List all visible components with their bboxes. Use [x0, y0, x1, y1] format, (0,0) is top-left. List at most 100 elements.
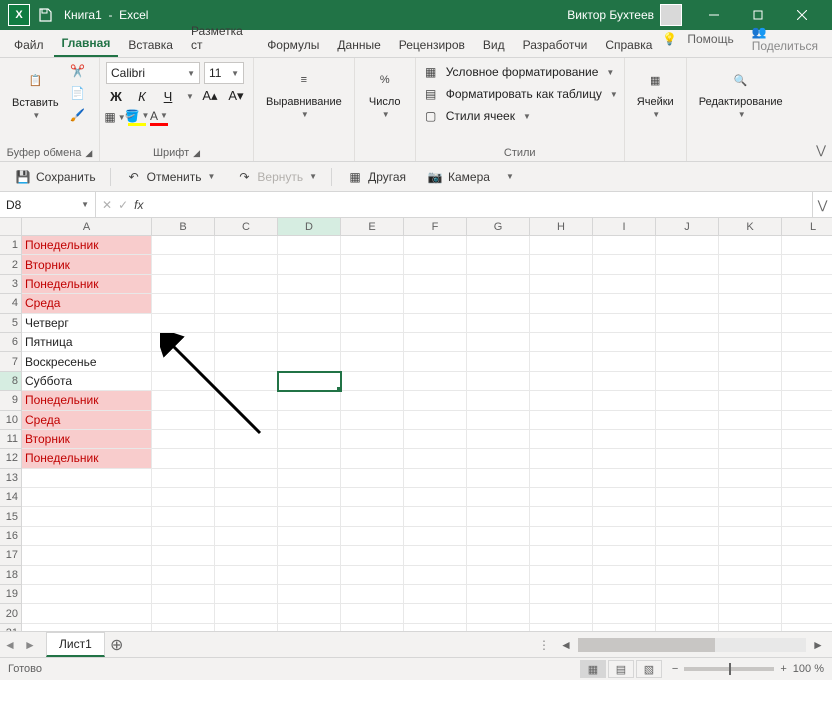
cell[interactable]: [22, 585, 152, 604]
cell[interactable]: [782, 624, 832, 632]
number-button[interactable]: % Число ▼: [361, 62, 409, 123]
row-header[interactable]: 14: [0, 488, 22, 507]
cell[interactable]: [467, 624, 530, 632]
cell[interactable]: [278, 488, 341, 507]
cell[interactable]: [22, 566, 152, 585]
share-button[interactable]: 👥 Поделиться: [744, 21, 826, 57]
cell[interactable]: [782, 488, 832, 507]
cell[interactable]: [341, 488, 404, 507]
cell[interactable]: [404, 449, 467, 468]
cell[interactable]: [215, 585, 278, 604]
cell[interactable]: [593, 333, 656, 352]
cell[interactable]: [341, 372, 404, 391]
cell[interactable]: [782, 294, 832, 313]
cell[interactable]: [152, 333, 215, 352]
cell[interactable]: [215, 507, 278, 526]
cell[interactable]: [467, 430, 530, 449]
cell[interactable]: [719, 255, 782, 274]
row-header[interactable]: 18: [0, 566, 22, 585]
scrollbar-thumb[interactable]: [578, 638, 715, 652]
cell[interactable]: [152, 275, 215, 294]
cell[interactable]: [593, 411, 656, 430]
cell[interactable]: [404, 566, 467, 585]
cell[interactable]: [719, 391, 782, 410]
cell[interactable]: [152, 527, 215, 546]
cell[interactable]: [593, 469, 656, 488]
tab-review[interactable]: Рецензиров: [391, 33, 473, 57]
sheet-nav-prev[interactable]: ◄: [0, 638, 20, 652]
cell[interactable]: [530, 352, 593, 371]
copy-icon[interactable]: 📄: [69, 84, 87, 102]
cell[interactable]: [215, 604, 278, 623]
cell[interactable]: [530, 411, 593, 430]
cell[interactable]: [719, 275, 782, 294]
font-color-icon[interactable]: A▼: [150, 108, 168, 126]
row-header[interactable]: 10: [0, 411, 22, 430]
collapse-ribbon-icon[interactable]: ⋁: [816, 143, 826, 157]
cell[interactable]: [782, 566, 832, 585]
bold-button[interactable]: Ж: [106, 89, 126, 104]
cell[interactable]: [278, 430, 341, 449]
cell[interactable]: [530, 507, 593, 526]
cut-icon[interactable]: ✂️: [69, 62, 87, 80]
cell[interactable]: [593, 294, 656, 313]
chevron-down-icon[interactable]: ▼: [186, 92, 194, 101]
cell[interactable]: [467, 333, 530, 352]
cell[interactable]: [656, 411, 719, 430]
other-button[interactable]: ▦Другая: [340, 165, 412, 189]
cell[interactable]: [22, 604, 152, 623]
cell[interactable]: [152, 604, 215, 623]
tab-file[interactable]: Файл: [6, 33, 52, 57]
normal-view-icon[interactable]: ▦: [580, 660, 606, 678]
cell[interactable]: [404, 372, 467, 391]
cell[interactable]: [530, 372, 593, 391]
cell[interactable]: [278, 566, 341, 585]
cell[interactable]: [278, 333, 341, 352]
cell[interactable]: [22, 469, 152, 488]
cell[interactable]: [719, 488, 782, 507]
cell[interactable]: [404, 294, 467, 313]
cell[interactable]: [656, 372, 719, 391]
cell[interactable]: [782, 352, 832, 371]
cell[interactable]: [782, 604, 832, 623]
cell[interactable]: [278, 546, 341, 565]
cell[interactable]: [782, 527, 832, 546]
cell[interactable]: [152, 624, 215, 632]
cell[interactable]: [341, 275, 404, 294]
cell[interactable]: [404, 488, 467, 507]
tab-split-handle[interactable]: ⋮: [538, 638, 552, 652]
cell[interactable]: [404, 391, 467, 410]
cell[interactable]: [215, 624, 278, 632]
cell[interactable]: [656, 469, 719, 488]
add-sheet-button[interactable]: ⊕: [105, 635, 129, 655]
cell[interactable]: [152, 488, 215, 507]
cell[interactable]: [782, 469, 832, 488]
cell[interactable]: [341, 585, 404, 604]
cell[interactable]: [467, 604, 530, 623]
cell[interactable]: [530, 585, 593, 604]
cell[interactable]: [719, 430, 782, 449]
row-header[interactable]: 9: [0, 391, 22, 410]
cell[interactable]: [215, 314, 278, 333]
cell[interactable]: [215, 449, 278, 468]
cell[interactable]: [278, 527, 341, 546]
row-header[interactable]: 19: [0, 585, 22, 604]
cell[interactable]: [341, 624, 404, 632]
row-header[interactable]: 13: [0, 469, 22, 488]
cell[interactable]: [467, 314, 530, 333]
name-box[interactable]: D8▼: [0, 192, 96, 217]
cell[interactable]: [719, 314, 782, 333]
cell[interactable]: [404, 255, 467, 274]
cell[interactable]: [22, 624, 152, 632]
cell[interactable]: [593, 275, 656, 294]
cell[interactable]: Понедельник: [22, 236, 152, 255]
cell[interactable]: [278, 352, 341, 371]
cell-styles-button[interactable]: ▢Стили ячеек▼: [422, 106, 618, 126]
column-header[interactable]: F: [404, 218, 467, 236]
cell[interactable]: Вторник: [22, 430, 152, 449]
cell[interactable]: [278, 294, 341, 313]
row-header[interactable]: 12: [0, 449, 22, 468]
column-header[interactable]: C: [215, 218, 278, 236]
cell[interactable]: [278, 507, 341, 526]
formula-input[interactable]: [149, 192, 812, 217]
